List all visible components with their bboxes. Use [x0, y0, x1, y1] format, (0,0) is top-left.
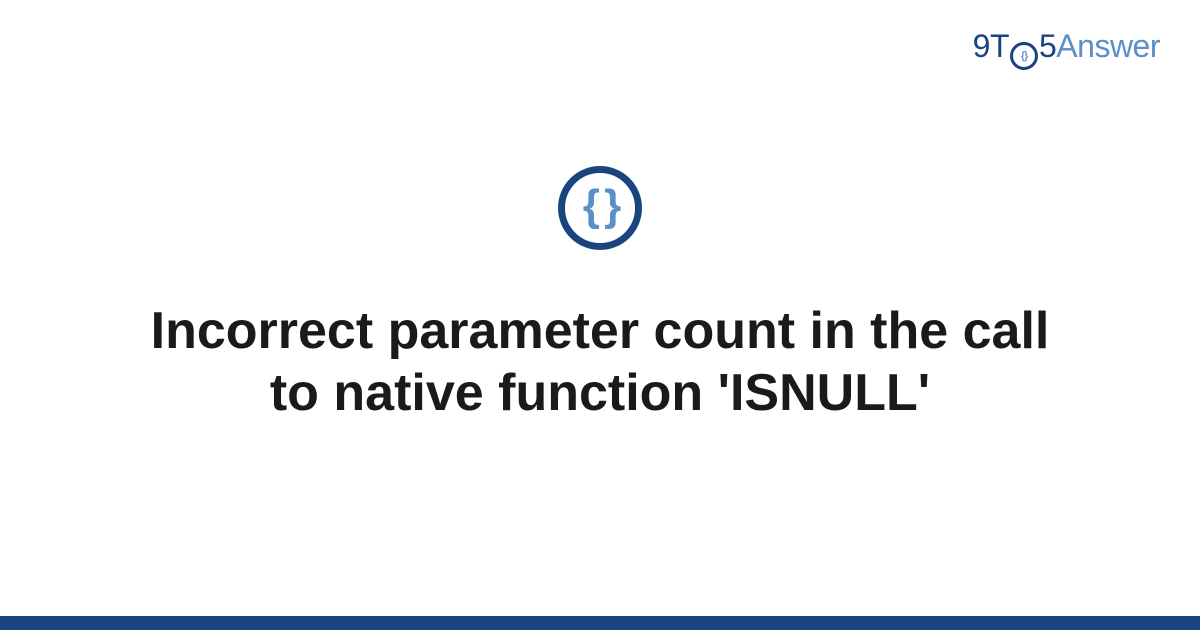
main-content: { } Incorrect parameter count in the cal…: [0, 0, 1200, 630]
code-braces-icon: { }: [558, 166, 642, 250]
footer-bar: [0, 616, 1200, 630]
badge-glyph: { }: [583, 184, 617, 228]
page-title: Incorrect parameter count in the call to…: [120, 300, 1080, 425]
